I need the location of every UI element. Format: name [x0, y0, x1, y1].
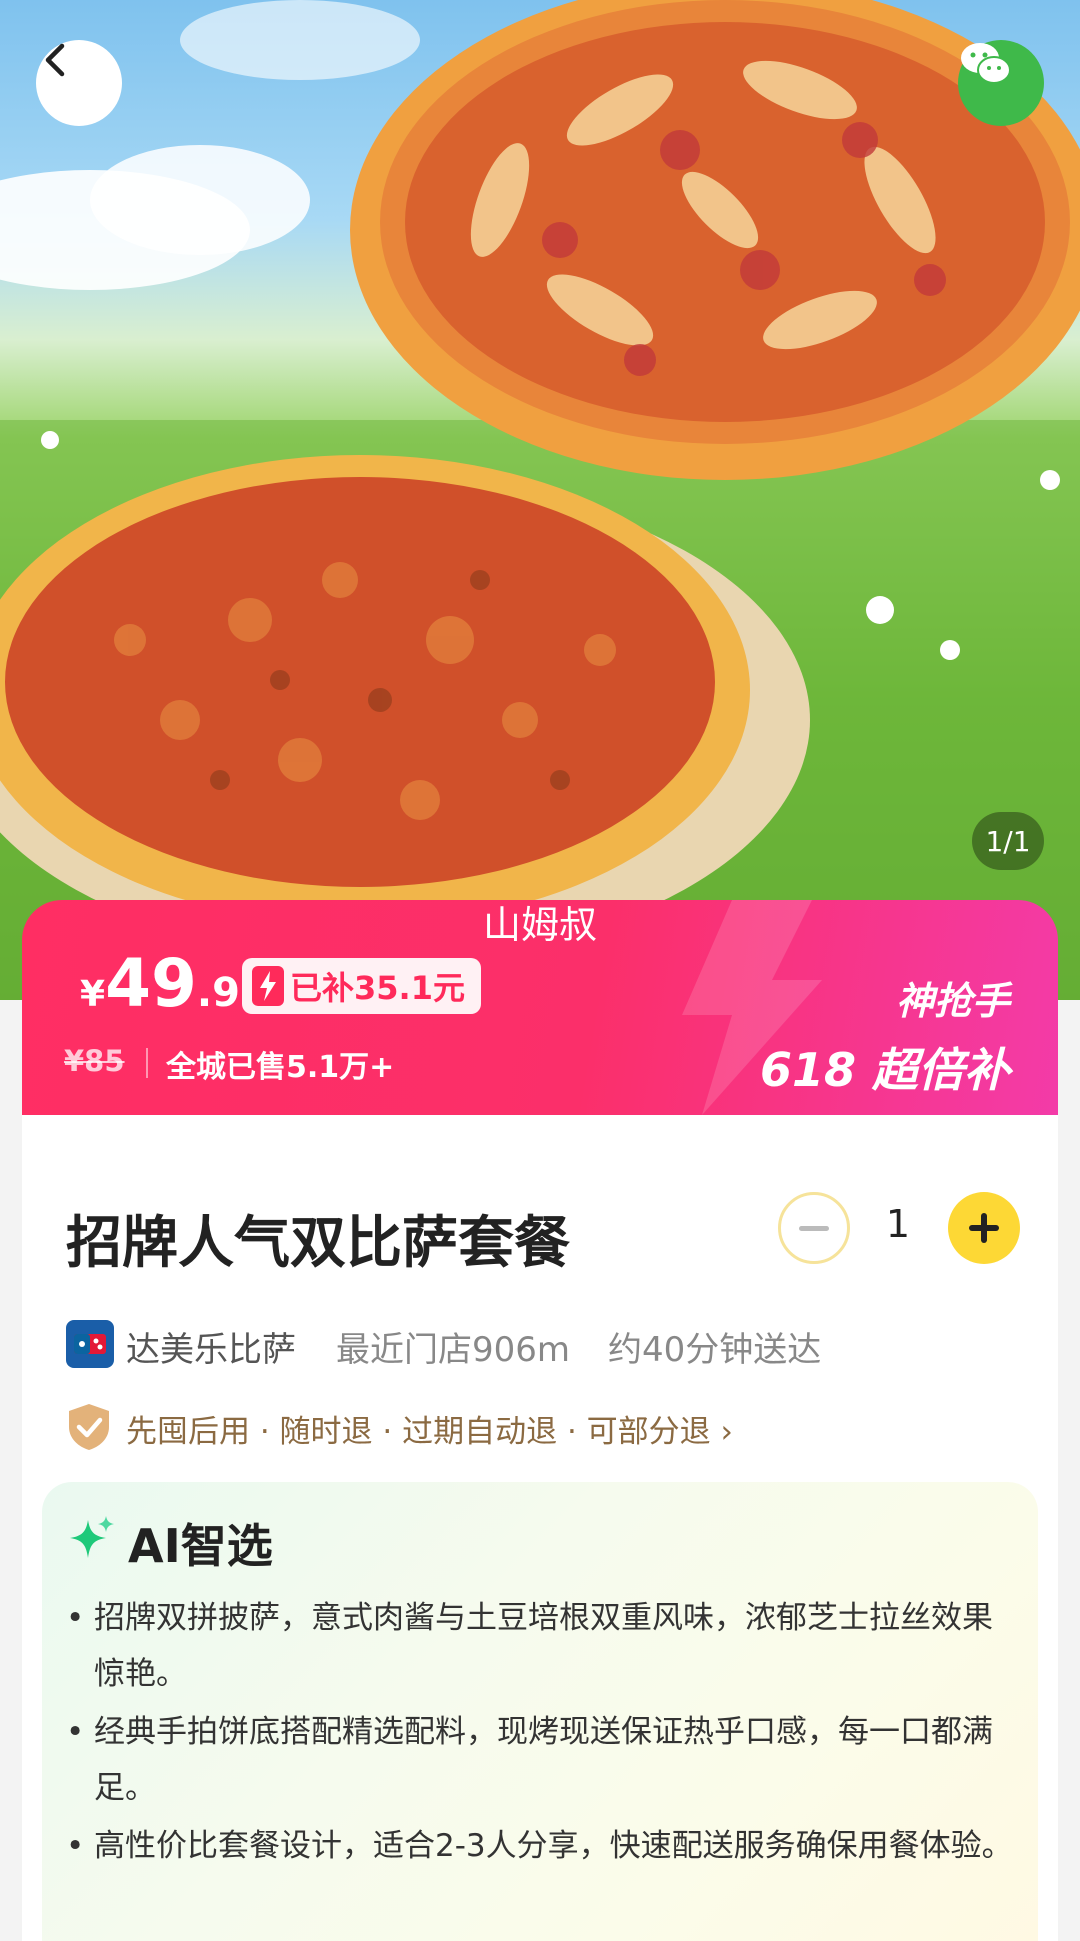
- bolt-icon: [252, 966, 284, 1006]
- promo-badge-top: 神抢手: [895, 979, 1010, 1023]
- store-distance: 最近门店906m: [336, 1330, 571, 1370]
- ai-bullet-item: 高性价比套餐设计，适合2-3人分享，快速配送服务确保用餐体验。: [66, 1818, 1016, 1874]
- original-price: ¥85: [64, 1044, 125, 1078]
- ai-bullet-item: 经典手拍饼底搭配精选配料，现烤现送保证热乎口感，每一口都满足。: [66, 1704, 1016, 1816]
- subsidy-label: 已补35.1元: [290, 969, 465, 1007]
- increase-quantity-button[interactable]: [948, 1192, 1020, 1264]
- ai-select-bullets: 招牌双拼披萨，意式肉酱与土豆培根双重风味，浓郁芝士拉丝效果惊艳。 经典手拍饼底搭…: [66, 1590, 1016, 1876]
- dominos-logo-icon: [74, 1334, 106, 1354]
- price-decimal: .9: [196, 970, 240, 1016]
- quantity-value: 1: [885, 1202, 911, 1246]
- store-logo[interactable]: [66, 1320, 114, 1368]
- wechat-share-button[interactable]: [958, 40, 1044, 126]
- current-price: ¥49.9: [80, 945, 240, 1022]
- sold-count: 全城已售5.1万+: [166, 1050, 395, 1085]
- promo-badge-bottom: 618 超倍补: [759, 1043, 1010, 1097]
- refund-policy-link[interactable]: 先囤后用 · 随时退 · 过期自动退 · 可部分退 ›: [126, 1406, 733, 1451]
- ai-bullet-item: 招牌双拼披萨，意式肉酱与土豆培根双重风味，浓郁芝士拉丝效果惊艳。: [66, 1590, 1016, 1702]
- delivery-time: 约40分钟送达: [608, 1330, 822, 1370]
- sparkle-icon: [70, 1516, 114, 1558]
- store-name[interactable]: 达美乐比萨: [126, 1322, 296, 1371]
- watermark-text: 山姆叔: [482, 903, 597, 947]
- back-arrow-icon: [45, 43, 65, 77]
- minus-icon: [799, 1225, 829, 1231]
- decrease-quantity-button[interactable]: [778, 1192, 850, 1264]
- image-counter: 1/1: [972, 812, 1044, 870]
- product-title: 招牌人气双比萨套餐: [66, 1211, 570, 1276]
- plus-icon: [969, 1213, 999, 1243]
- wechat-icon: [961, 43, 1011, 84]
- back-button[interactable]: [36, 40, 122, 126]
- price-integer: 49: [105, 945, 197, 1022]
- ai-select-title: AI智选: [128, 1519, 273, 1573]
- product-image-gallery[interactable]: 1/1: [0, 0, 1080, 1000]
- subsidy-badge: 已补35.1元: [242, 958, 481, 1014]
- shield-check-icon: [69, 1404, 109, 1450]
- pizza-photo: [0, 0, 1080, 1000]
- price-currency: ¥: [80, 974, 106, 1015]
- divider: [146, 1048, 148, 1078]
